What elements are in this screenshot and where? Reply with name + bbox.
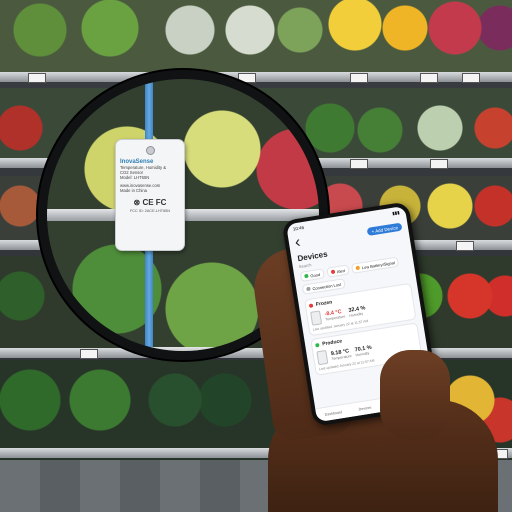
chip-label: Alert <box>336 267 346 274</box>
status-dot-icon <box>306 286 311 292</box>
add-device-button[interactable]: + Add Device <box>366 222 403 236</box>
sensor-origin: Made in China <box>120 188 148 193</box>
produce-shelf-top <box>0 0 512 78</box>
sensor-thumbnail <box>310 310 323 326</box>
sensor-model: Model: LHT65N <box>120 175 150 180</box>
status-dot-icon <box>304 273 309 279</box>
price-tag <box>420 73 438 83</box>
chip-label: Connection Lost <box>311 281 342 291</box>
price-tag <box>350 159 368 169</box>
chip-label: Low Battery/Signal <box>361 259 396 270</box>
device-name: Produce <box>321 338 343 348</box>
sensor-thumbnail <box>316 349 329 366</box>
lens-shelf-rail <box>47 209 319 221</box>
right-hand <box>380 350 450 440</box>
price-tag <box>456 241 474 251</box>
good-status-icon <box>315 342 320 348</box>
sensor-vent-icon <box>145 146 155 155</box>
price-tag <box>462 73 480 83</box>
price-tag <box>350 73 368 83</box>
tab-devices[interactable]: Devices <box>358 405 371 411</box>
sensor-fcc: FCC ID: 2ACE-LHT65N <box>129 209 171 213</box>
signal-icon: ▮▮▮ <box>391 209 400 216</box>
certification-marks: ⊗ CE FC <box>133 198 167 207</box>
filter-chip-good[interactable]: Good <box>299 268 325 282</box>
chip-label: Good <box>309 271 321 278</box>
tab-dashboard[interactable]: Dashboard <box>324 410 342 417</box>
back-icon[interactable]: ‹ <box>294 234 302 253</box>
price-tag <box>430 159 448 169</box>
sensor-device: InovaSense Temperature, Humidity & CO2 S… <box>115 139 185 251</box>
status-dot-icon <box>355 265 361 271</box>
filter-chip-alert[interactable]: Alert <box>326 264 350 278</box>
alert-status-icon <box>308 303 314 308</box>
status-dot-icon <box>330 269 336 275</box>
supermarket-scene: InovaSense Temperature, Humidity & CO2 S… <box>0 0 512 512</box>
price-tag <box>28 73 46 83</box>
device-name: Frozen <box>315 299 333 308</box>
